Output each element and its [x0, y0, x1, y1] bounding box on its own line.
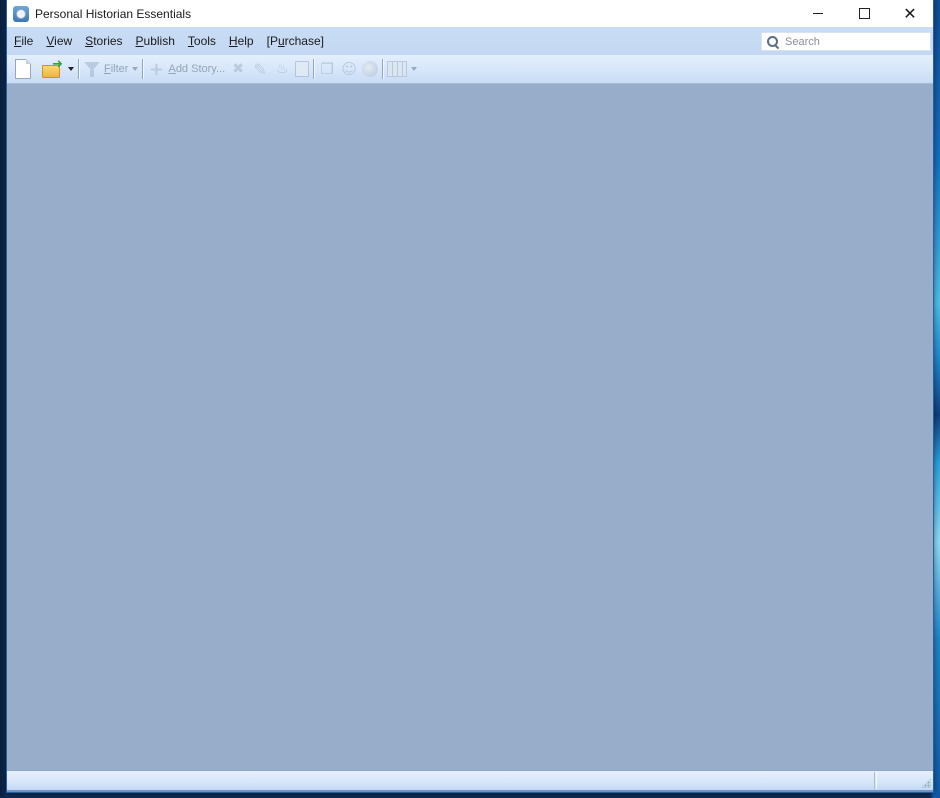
open-dropdown-arrow[interactable]	[68, 67, 74, 71]
menu-publish[interactable]: Publish	[130, 31, 181, 51]
menu-stories-label: tories	[93, 34, 123, 48]
menu-purchase-label: rchase]	[284, 34, 324, 48]
filter-icon	[83, 60, 101, 78]
desktop-background-right	[933, 0, 940, 798]
add-story-label: Add Story...	[168, 63, 225, 75]
menu-view-accel: V	[46, 34, 55, 48]
menu-purchase-pre: [P	[266, 34, 278, 48]
globe-button[interactable]	[362, 57, 379, 81]
filter-label: Filter	[104, 63, 128, 75]
edit-button[interactable]: ✎	[251, 57, 269, 81]
filter-accel: F	[104, 63, 111, 75]
status-bar	[7, 770, 933, 792]
calendar-button[interactable]	[295, 57, 310, 81]
new-button[interactable]	[12, 57, 34, 81]
menu-publish-accel: P	[135, 34, 144, 48]
toolbar: ➜ Filter + Add Story... ✖ ✎ ♨ ❒ ☺	[7, 55, 933, 84]
menu-help-accel: H	[228, 34, 238, 48]
menu-stories-accel: S	[85, 34, 94, 48]
open-folder-icon: ➜	[42, 57, 64, 78]
person-button[interactable]: ☺	[340, 57, 358, 81]
edit-pencil-icon: ✎	[253, 59, 267, 79]
menu-file[interactable]: File	[8, 31, 39, 51]
menu-view[interactable]: View	[40, 31, 78, 51]
menu-view-label: iew	[54, 34, 73, 48]
app-window: Personal Historian Essentials ✕ File Vie…	[6, 0, 934, 793]
columns-button[interactable]	[387, 57, 418, 81]
open-button[interactable]: ➜	[38, 57, 74, 81]
menu-tools[interactable]: Tools	[182, 31, 222, 51]
window-title: Personal Historian Essentials	[35, 6, 192, 21]
caption-buttons: ✕	[795, 0, 933, 27]
add-story-accel: A	[168, 63, 176, 75]
add-story-rest: dd Story...	[175, 63, 226, 75]
app-icon[interactable]	[13, 5, 29, 22]
status-panel-main	[8, 772, 875, 789]
toolbar-separator	[313, 59, 315, 79]
toolbar-separator	[382, 59, 384, 79]
app-icon-clock	[16, 8, 26, 19]
menu-file-label: ile	[21, 34, 34, 48]
search-box[interactable]	[761, 32, 931, 51]
add-story-button[interactable]: + Add Story...	[147, 57, 225, 81]
menu-stories[interactable]: Stories	[79, 31, 128, 51]
menu-bar: File View Stories Publish Tools Help [Pu…	[7, 27, 933, 55]
toolbar-separator	[78, 59, 79, 79]
columns-dropdown-arrow[interactable]	[411, 67, 418, 71]
menu-purchase[interactable]: [Purchase]	[261, 31, 330, 51]
filter-dropdown-arrow[interactable]	[132, 67, 139, 71]
columns-icon	[387, 61, 408, 77]
main-content-area	[7, 85, 933, 770]
title-bar[interactable]: Personal Historian Essentials ✕	[7, 0, 933, 27]
menu-publish-label: ublish	[143, 34, 175, 48]
birthday-button[interactable]: ♨	[273, 57, 291, 81]
filter-button[interactable]: Filter	[83, 57, 139, 81]
calendar-icon	[295, 61, 310, 77]
menu-help-label: elp	[237, 34, 254, 48]
add-icon: +	[148, 58, 165, 80]
book-icon: ❒	[320, 60, 334, 78]
book-button[interactable]: ❒	[318, 57, 336, 81]
close-button[interactable]: ✕	[887, 0, 933, 27]
maximize-button[interactable]	[841, 0, 887, 27]
green-arrow-icon: ➜	[52, 57, 63, 72]
minimize-button[interactable]	[795, 0, 841, 27]
search-icon	[766, 35, 780, 49]
person-icon: ☺	[341, 60, 357, 78]
new-document-icon	[15, 59, 31, 79]
menu-tools-label: ools	[193, 34, 216, 48]
filter-rest: ilter	[110, 63, 129, 75]
toolbar-separator	[142, 59, 144, 79]
delete-icon: ✖	[232, 61, 244, 77]
menu-help[interactable]: Help	[223, 31, 260, 51]
search-input[interactable]	[785, 35, 925, 48]
menu-purchase-accel: u	[277, 34, 285, 48]
birthday-cake-icon: ♨	[275, 61, 289, 77]
globe-icon	[362, 61, 379, 77]
delete-button[interactable]: ✖	[229, 57, 247, 81]
